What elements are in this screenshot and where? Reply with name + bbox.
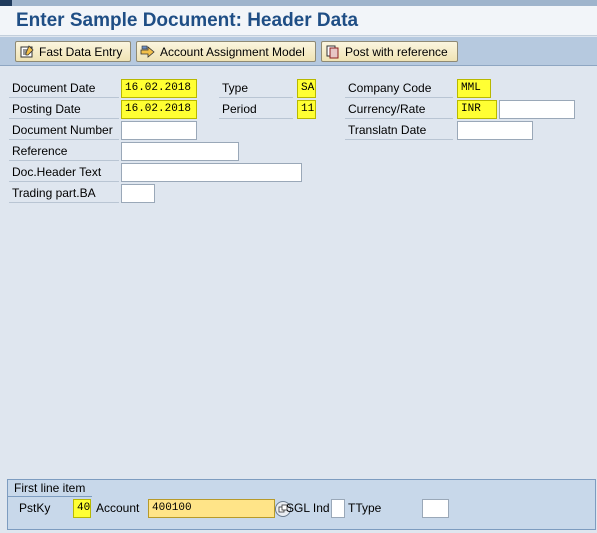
page-title: Enter Sample Document: Header Data	[16, 10, 359, 31]
title-bar: Enter Sample Document: Header Data	[0, 6, 597, 36]
post-with-reference-button[interactable]: Post with reference	[321, 41, 458, 62]
document-date-field[interactable]: 16.02.2018	[121, 79, 197, 98]
ttype-field[interactable]	[422, 499, 449, 518]
fast-data-entry-label: Fast Data Entry	[39, 44, 123, 59]
account-label: Account	[96, 501, 140, 515]
first-line-item-title: First line item	[14, 481, 86, 495]
document-number-field[interactable]	[121, 121, 197, 140]
account-assignment-model-button[interactable]: Account Assignment Model	[136, 41, 316, 62]
post-with-reference-icon	[325, 45, 341, 59]
ttype-label: TType	[348, 501, 382, 515]
company-code-field[interactable]: MML	[457, 79, 491, 98]
sgl-ind-label: SGL Ind	[286, 501, 330, 515]
account-field[interactable]: 400100	[148, 499, 275, 518]
currency-field[interactable]: INR	[457, 100, 497, 119]
posting-date-field[interactable]: 16.02.2018	[121, 100, 197, 119]
translatn-date-field[interactable]	[457, 121, 533, 140]
translatn-date-label: Translatn Date	[345, 121, 453, 140]
doc-header-text-field[interactable]	[121, 163, 302, 182]
account-assignment-model-label: Account Assignment Model	[160, 44, 305, 59]
document-date-label: Document Date	[9, 79, 119, 98]
document-number-label: Document Number	[9, 121, 119, 140]
currency-rate-label: Currency/Rate	[345, 100, 453, 119]
fast-data-entry-button[interactable]: Fast Data Entry	[15, 41, 131, 62]
exchange-rate-field[interactable]	[499, 100, 575, 119]
pstky-field[interactable]: 40	[73, 499, 91, 518]
reference-label: Reference	[9, 142, 119, 161]
doc-header-text-label: Doc.Header Text	[9, 163, 119, 182]
type-label: Type	[219, 79, 293, 98]
fast-data-entry-icon	[19, 44, 35, 59]
pstky-label: PstKy	[19, 501, 51, 515]
reference-field[interactable]	[121, 142, 239, 161]
account-assignment-icon	[140, 45, 156, 59]
application-toolbar: Fast Data Entry Account Assignment Model…	[0, 37, 597, 66]
sgl-ind-field[interactable]	[331, 499, 345, 518]
company-code-label: Company Code	[345, 79, 453, 98]
period-field[interactable]: 11	[297, 100, 316, 119]
group-title-underline	[8, 496, 92, 497]
posting-date-label: Posting Date	[9, 100, 119, 119]
trading-part-ba-field[interactable]	[121, 184, 155, 203]
type-field[interactable]: SA	[297, 79, 316, 98]
period-label: Period	[219, 100, 293, 119]
trading-part-ba-label: Trading part.BA	[9, 184, 119, 203]
post-with-reference-label: Post with reference	[345, 44, 448, 59]
